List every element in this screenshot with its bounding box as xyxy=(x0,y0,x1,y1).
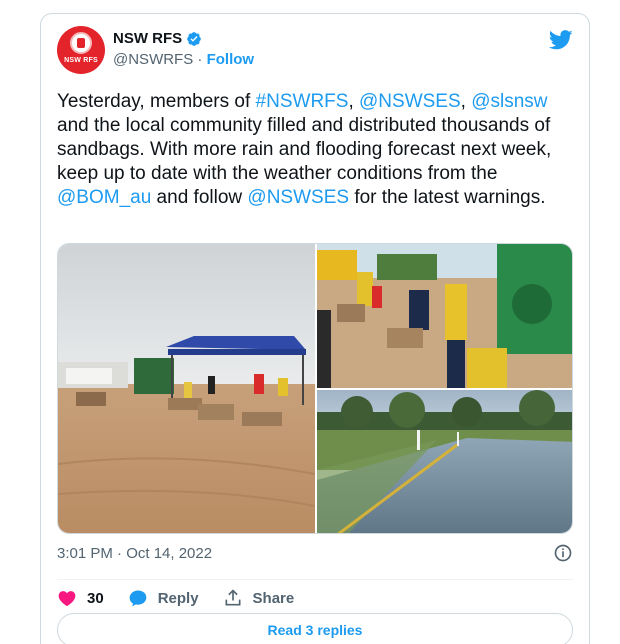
hashtag-nswrfs[interactable]: #NSWRFS xyxy=(256,91,349,112)
photo-icon xyxy=(317,390,572,533)
follow-button[interactable]: Follow xyxy=(207,51,255,68)
twitter-bird-icon[interactable] xyxy=(549,30,573,50)
photo-volunteers-filling-bags[interactable] xyxy=(317,244,572,388)
mention-nswses-2[interactable]: @NSWSES xyxy=(247,187,349,208)
photo-icon xyxy=(58,244,315,533)
avatar[interactable]: NSW RFS xyxy=(57,26,105,74)
action-bar: 30 Reply Share xyxy=(57,583,318,613)
author-handle-row: @NSWRFS · Follow xyxy=(113,51,254,68)
tweet-text-part: , xyxy=(460,91,472,112)
photo-icon xyxy=(317,244,572,388)
media-grid xyxy=(57,243,573,534)
like-button[interactable]: 30 xyxy=(57,588,104,608)
tweet-text-part: Yesterday, members of xyxy=(57,91,256,112)
author-name-row: NSW RFS xyxy=(113,30,202,47)
reply-button[interactable]: Reply xyxy=(128,588,199,608)
tweet-text-part: , xyxy=(348,91,360,112)
tweet-text-part: and the local community filled and distr… xyxy=(57,115,552,184)
rfs-emblem-icon xyxy=(70,32,92,54)
tweet-header: NSW RFS NSW RFS @NSWRFS · Follow xyxy=(57,26,573,78)
author-handle[interactable]: @NSWRFS xyxy=(113,51,193,68)
reply-label: Reply xyxy=(157,589,199,607)
divider xyxy=(57,579,573,580)
tweet-text-part: for the latest warnings. xyxy=(349,187,546,208)
tweet-text: Yesterday, members of #NSWRFS, @NSWSES, … xyxy=(57,90,577,210)
like-count: 30 xyxy=(87,589,104,607)
mention-slsnsw[interactable]: @slsnsw xyxy=(471,91,547,112)
reply-bubble-icon xyxy=(129,590,147,607)
photo-flooded-road[interactable] xyxy=(317,390,572,533)
verified-badge-icon xyxy=(187,31,202,46)
mention-nswses[interactable]: @NSWSES xyxy=(359,91,461,112)
mention-bom-au[interactable]: @BOM_au xyxy=(57,187,151,208)
info-icon[interactable] xyxy=(553,543,573,563)
share-icon xyxy=(225,589,241,606)
separator-dot: · xyxy=(197,51,203,68)
share-button[interactable]: Share xyxy=(223,588,295,608)
author-name[interactable]: NSW RFS xyxy=(113,30,182,47)
photo-sandbag-station[interactable] xyxy=(58,244,315,533)
read-replies-button[interactable]: Read 3 replies xyxy=(57,613,573,644)
tweet-timestamp[interactable]: 3:01 PM · Oct 14, 2022 xyxy=(57,545,212,562)
share-label: Share xyxy=(252,589,295,607)
avatar-text: NSW RFS xyxy=(64,57,98,64)
heart-icon xyxy=(58,591,76,606)
tweet-text-part: and follow xyxy=(151,187,248,208)
tweet-card: NSW RFS NSW RFS @NSWRFS · Follow Yesterd… xyxy=(40,13,590,644)
